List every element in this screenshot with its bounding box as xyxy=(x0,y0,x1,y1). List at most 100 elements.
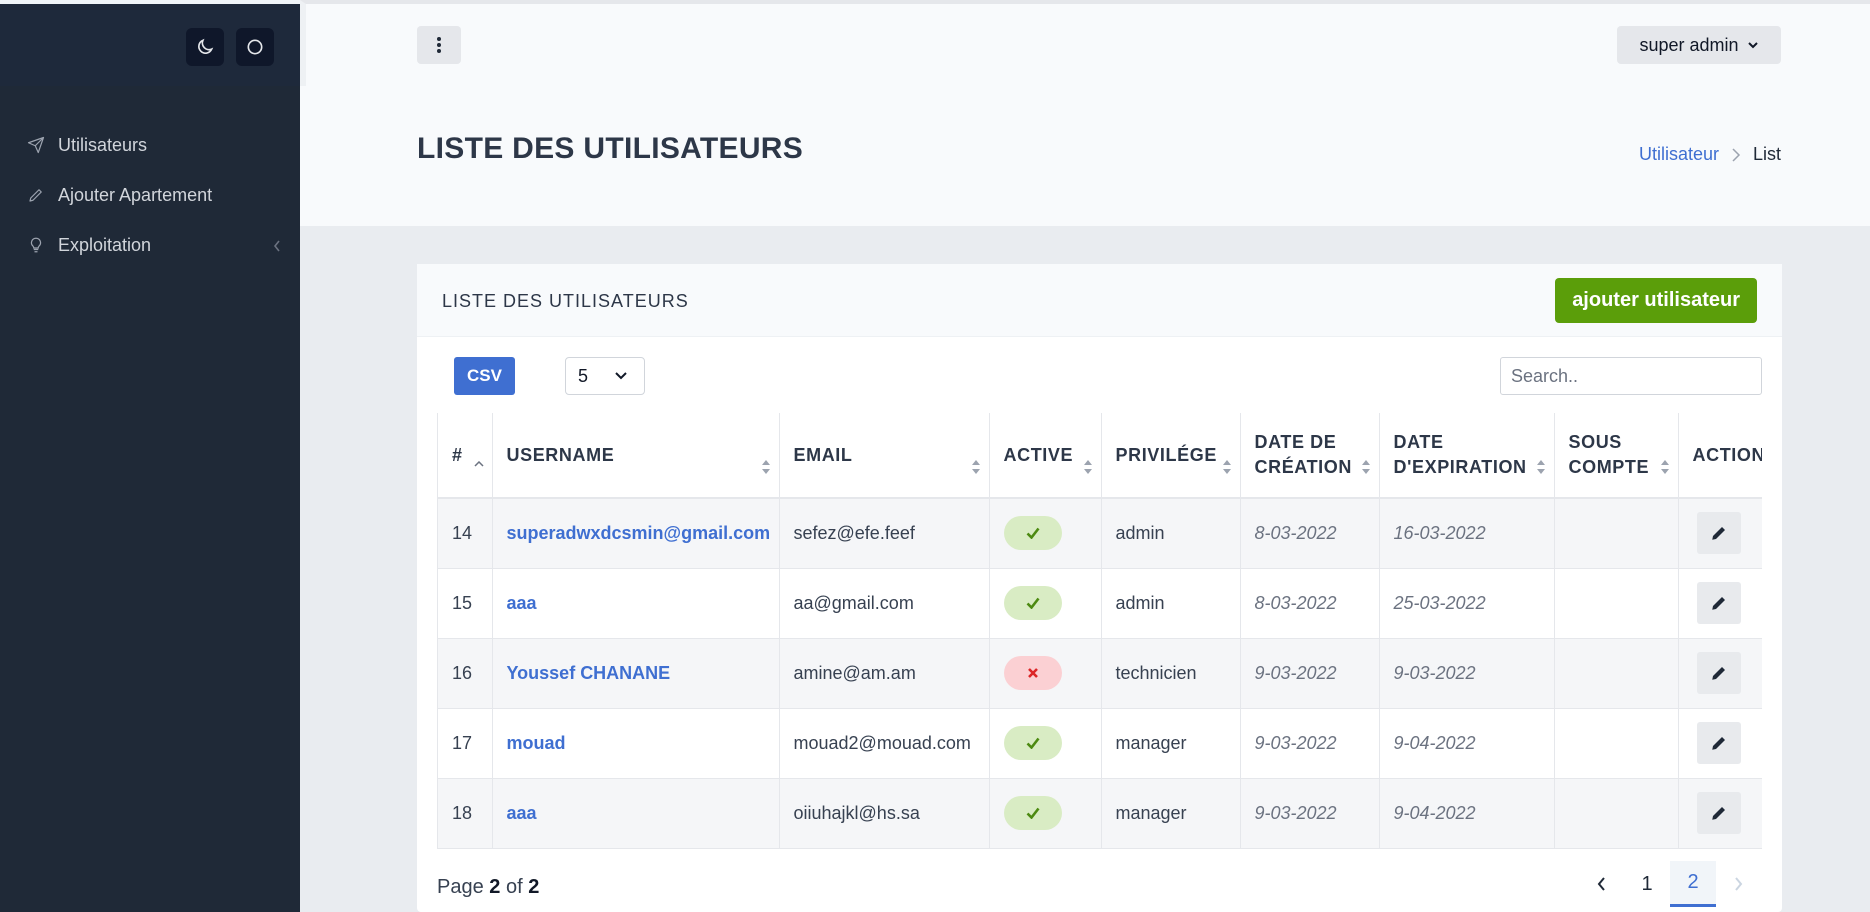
edit-button[interactable] xyxy=(1696,792,1741,834)
page-size-value: 5 xyxy=(578,365,589,386)
cell-created: 8-03-2022 xyxy=(1240,498,1380,569)
cell-actions xyxy=(1678,778,1762,849)
card-header: LISTE DES UTILISATEURS ajouter utilisate… xyxy=(417,264,1782,337)
sort-asc-icon xyxy=(473,461,484,467)
previous-page-button[interactable] xyxy=(1578,861,1624,907)
column-header-num[interactable]: # xyxy=(438,413,493,499)
circle-icon xyxy=(247,39,263,55)
column-header-expiration-date[interactable]: DATE D'EXPIRATION xyxy=(1379,413,1555,499)
cell-username-link[interactable]: aaa xyxy=(492,568,780,639)
search-input[interactable] xyxy=(1500,357,1762,395)
cell-id: 15 xyxy=(438,568,493,639)
active-badge xyxy=(1003,586,1062,620)
users-table-container: # USERNAME EMAIL ACTIVE PRIVILÉGE DATE D… xyxy=(437,413,1762,849)
cell-active xyxy=(989,708,1102,779)
cell-privilege: admin xyxy=(1101,568,1241,639)
table-row: 14 superadwxdcsmin@gmail.com sefez@efe.f… xyxy=(438,498,1762,569)
users-table: # USERNAME EMAIL ACTIVE PRIVILÉGE DATE D… xyxy=(438,413,1762,849)
cell-expires: 9-04-2022 xyxy=(1379,708,1555,779)
table-header-row: # USERNAME EMAIL ACTIVE PRIVILÉGE DATE D… xyxy=(438,413,1762,499)
cell-id: 14 xyxy=(438,498,493,569)
total-pages-number: 2 xyxy=(528,876,540,898)
column-header-actions: ACTIONS xyxy=(1678,413,1762,499)
sidebar-collapse-toggle[interactable] xyxy=(236,28,274,66)
cell-username-link[interactable]: aaa xyxy=(492,778,780,849)
cell-username-link[interactable]: superadwxdcsmin@gmail.com xyxy=(492,498,780,569)
chevron-down-icon xyxy=(615,372,627,380)
user-menu-label: super admin xyxy=(1639,34,1739,55)
chevron-right-icon xyxy=(1735,877,1743,891)
cell-actions xyxy=(1678,568,1762,639)
cell-privilege: technicien xyxy=(1101,638,1241,709)
cell-sous-compte xyxy=(1554,708,1679,779)
table-toolbar: CSV 5 xyxy=(417,357,1782,397)
column-header-username[interactable]: USERNAME xyxy=(492,413,780,499)
card-title: LISTE DES UTILISATEURS xyxy=(442,291,689,311)
cell-sous-compte xyxy=(1554,498,1679,569)
cell-expires: 9-03-2022 xyxy=(1379,638,1555,709)
top-bar: super admin xyxy=(300,0,1870,86)
sidebar-item-utilisateurs[interactable]: Utilisateurs xyxy=(0,120,300,170)
sort-icon xyxy=(1083,459,1093,475)
cell-privilege: manager xyxy=(1101,708,1241,779)
sidebar-item-exploitation[interactable]: Exploitation xyxy=(0,220,300,270)
check-icon xyxy=(1026,807,1040,819)
sort-icon xyxy=(761,459,771,475)
page-size-select[interactable]: 5 xyxy=(565,357,645,395)
sidebar-item-label: Utilisateurs xyxy=(58,134,148,155)
cell-privilege: manager xyxy=(1101,778,1241,849)
next-page-button[interactable] xyxy=(1716,861,1762,907)
column-header-active[interactable]: ACTIVE xyxy=(989,413,1102,499)
send-icon xyxy=(26,135,46,155)
users-card: LISTE DES UTILISATEURS ajouter utilisate… xyxy=(417,264,1782,912)
cell-active xyxy=(989,638,1102,709)
column-header-sous-compte[interactable]: SOUS COMPTE xyxy=(1554,413,1679,499)
cell-username-link[interactable]: Youssef CHANANE xyxy=(492,638,780,709)
column-header-creation-date[interactable]: DATE DE CRÉATION xyxy=(1240,413,1380,499)
cell-sous-compte xyxy=(1554,778,1679,849)
dark-mode-toggle[interactable] xyxy=(186,28,224,66)
column-header-privilege[interactable]: PRIVILÉGE xyxy=(1101,413,1241,499)
sort-icon xyxy=(1660,459,1670,475)
cell-active xyxy=(989,778,1102,849)
cell-active xyxy=(989,498,1102,569)
cell-actions xyxy=(1678,638,1762,709)
cell-created: 9-03-2022 xyxy=(1240,778,1380,849)
current-page-number: 2 xyxy=(489,876,501,898)
page-1-button[interactable]: 1 xyxy=(1624,861,1670,907)
check-icon xyxy=(1026,527,1040,540)
cell-id: 17 xyxy=(438,708,493,779)
pencil-icon xyxy=(26,185,46,205)
inactive-badge xyxy=(1003,656,1062,690)
sort-icon xyxy=(1222,459,1232,475)
column-header-email[interactable]: EMAIL xyxy=(779,413,990,499)
sort-icon xyxy=(971,459,981,475)
more-options-button[interactable] xyxy=(417,26,461,64)
edit-button[interactable] xyxy=(1696,652,1741,694)
chevron-left-icon xyxy=(272,237,282,258)
x-icon xyxy=(1027,668,1038,678)
pencil-icon xyxy=(1711,667,1725,680)
breadcrumb: Utilisateur List xyxy=(1639,144,1781,165)
breadcrumb-link-utilisateur[interactable]: Utilisateur xyxy=(1639,144,1719,165)
page-2-button[interactable]: 2 xyxy=(1670,861,1716,907)
sidebar-item-ajouter-apartement[interactable]: Ajouter Apartement xyxy=(0,170,300,220)
edit-button[interactable] xyxy=(1696,722,1741,764)
add-user-button[interactable]: ajouter utilisateur xyxy=(1555,278,1757,323)
cell-expires: 9-04-2022 xyxy=(1379,778,1555,849)
edit-button[interactable] xyxy=(1696,512,1741,555)
cell-username-link[interactable]: mouad xyxy=(492,708,780,779)
page-title: LISTE DES UTILISATEURS xyxy=(417,132,804,165)
chevron-left-icon xyxy=(1597,877,1605,891)
cell-sous-compte xyxy=(1554,568,1679,639)
table-row: 18 aaa oiiuhajkl@hs.sa manager 9-03-2022… xyxy=(438,778,1762,849)
csv-export-button[interactable]: CSV xyxy=(454,357,515,395)
check-icon xyxy=(1026,597,1040,609)
user-menu-button[interactable]: super admin xyxy=(1617,26,1781,64)
pencil-icon xyxy=(1711,737,1725,750)
cell-id: 16 xyxy=(438,638,493,709)
lightbulb-icon xyxy=(26,235,46,255)
active-badge xyxy=(1003,726,1062,760)
pencil-icon xyxy=(1711,527,1725,540)
edit-button[interactable] xyxy=(1696,582,1741,624)
